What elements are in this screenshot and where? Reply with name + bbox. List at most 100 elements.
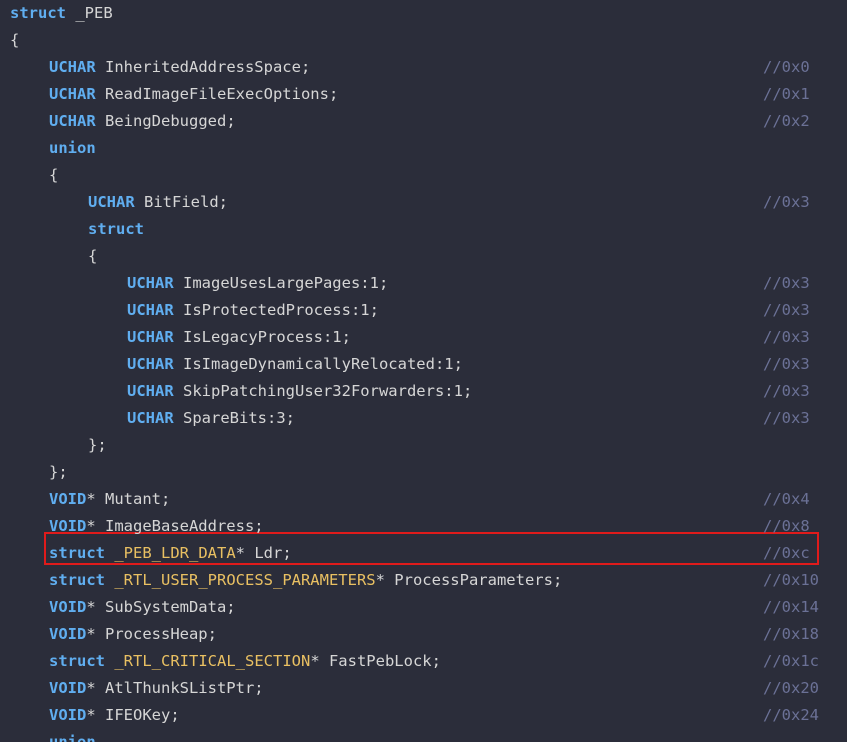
identifier-token: IsProtectedProcess:1; xyxy=(173,301,379,319)
offset-comment: //0xc xyxy=(763,544,810,562)
keyword-token: UCHAR xyxy=(127,274,174,292)
offset-comment: //0x8 xyxy=(763,517,810,535)
keyword-token: struct xyxy=(49,571,105,589)
code-line: }; xyxy=(0,459,847,486)
code-text: }; xyxy=(49,459,68,486)
keyword-token: VOID xyxy=(49,598,87,616)
punctuation-token: { xyxy=(10,31,20,49)
code-text: VOID* Mutant; xyxy=(49,486,170,513)
offset-comment: //0x3 xyxy=(763,328,810,346)
identifier-token: IsImageDynamicallyRelocated:1; xyxy=(173,355,463,373)
code-line: UCHAR ImageUsesLargePages:1; //0x3 xyxy=(0,270,847,297)
identifier-token: * IFEOKey; xyxy=(86,706,180,724)
identifier-token: * AtlThunkSListPtr; xyxy=(86,679,264,697)
offset-comment: //0x3 xyxy=(763,274,810,292)
identifier-token xyxy=(105,652,114,670)
code-text: UCHAR SpareBits:3; xyxy=(127,405,295,432)
identifier-token: * Mutant; xyxy=(86,490,171,508)
code-line: VOID* IFEOKey; //0x24 xyxy=(0,702,847,729)
code-text: { xyxy=(49,162,58,189)
code-text: UCHAR ImageUsesLargePages:1; xyxy=(127,270,388,297)
identifier-token: ImageUsesLargePages:1; xyxy=(173,274,389,292)
type-name-token: _RTL_CRITICAL_SECTION xyxy=(114,652,311,670)
code-line: struct _PEB xyxy=(0,0,847,27)
keyword-token: UCHAR xyxy=(127,301,174,319)
identifier-token: InheritedAddressSpace; xyxy=(95,58,311,76)
code-line: UCHAR ReadImageFileExecOptions; //0x1 xyxy=(0,81,847,108)
punctuation-token: }; xyxy=(88,436,107,454)
keyword-token: VOID xyxy=(49,706,87,724)
offset-comment: //0x24 xyxy=(763,706,819,724)
offset-comment: //0x3 xyxy=(763,301,810,319)
identifier-token: * ProcessHeap; xyxy=(86,625,217,643)
offset-comment: //0x3 xyxy=(763,193,810,211)
code-line: VOID* ImageBaseAddress; //0x8 xyxy=(0,513,847,540)
code-line: VOID* Mutant; //0x4 xyxy=(0,486,847,513)
keyword-token: UCHAR xyxy=(127,382,174,400)
code-line: VOID* ProcessHeap; //0x18 xyxy=(0,621,847,648)
code-line: struct xyxy=(0,216,847,243)
code-line: { xyxy=(0,27,847,54)
keyword-token: UCHAR xyxy=(127,409,174,427)
code-line: VOID* AtlThunkSListPtr; //0x20 xyxy=(0,675,847,702)
identifier-token xyxy=(105,544,114,562)
keyword-token: UCHAR xyxy=(127,355,174,373)
code-text: UCHAR IsLegacyProcess:1; xyxy=(127,324,351,351)
code-text: union xyxy=(49,135,96,162)
code-line: UCHAR SkipPatchingUser32Forwarders:1; //0… xyxy=(0,378,847,405)
keyword-token: struct xyxy=(10,4,66,22)
keyword-token: UCHAR xyxy=(49,112,96,130)
keyword-token: union xyxy=(49,139,96,157)
punctuation-token: { xyxy=(88,247,98,265)
keyword-token: UCHAR xyxy=(127,328,174,346)
punctuation-token: }; xyxy=(49,463,68,481)
identifier-token: ReadImageFileExecOptions; xyxy=(95,85,339,103)
offset-comment: //0x14 xyxy=(763,598,819,616)
code-line: UCHAR BeingDebugged; //0x2 xyxy=(0,108,847,135)
code-line: { xyxy=(0,162,847,189)
offset-comment: //0x1c xyxy=(763,652,819,670)
code-line: VOID* SubSystemData; //0x14 xyxy=(0,594,847,621)
code-text: VOID* IFEOKey; xyxy=(49,702,180,729)
keyword-token: UCHAR xyxy=(49,58,96,76)
keyword-token: union xyxy=(49,733,96,742)
code-text: { xyxy=(10,27,19,54)
identifier-token: * ProcessParameters; xyxy=(375,571,563,589)
type-name-token: _PEB_LDR_DATA xyxy=(114,544,236,562)
identifier-token: SpareBits:3; xyxy=(173,409,295,427)
code-line: UCHAR IsImageDynamicallyRelocated:1; //0x… xyxy=(0,351,847,378)
offset-comment: //0x2 xyxy=(763,112,810,130)
code-line: struct _RTL_CRITICAL_SECTION* FastPebLoc… xyxy=(0,648,847,675)
code-line: UCHAR InheritedAddressSpace; //0x0 xyxy=(0,54,847,81)
code-line: union xyxy=(0,729,847,742)
code-line: }; xyxy=(0,432,847,459)
identifier-token: IsLegacyProcess:1; xyxy=(173,328,351,346)
offset-comment: //0x3 xyxy=(763,382,810,400)
identifier-token: BeingDebugged; xyxy=(95,112,236,130)
code-line-highlighted: struct _PEB_LDR_DATA* Ldr; //0xc xyxy=(0,540,847,567)
code-text: UCHAR InheritedAddressSpace; xyxy=(49,54,310,81)
offset-comment: //0x18 xyxy=(763,625,819,643)
identifier-token: _PEB xyxy=(66,4,113,22)
code-text: VOID* ImageBaseAddress; xyxy=(49,513,264,540)
code-text: VOID* SubSystemData; xyxy=(49,594,236,621)
offset-comment: //0x20 xyxy=(763,679,819,697)
offset-comment: //0x1 xyxy=(763,85,810,103)
identifier-token xyxy=(105,571,114,589)
offset-comment: //0x10 xyxy=(763,571,819,589)
keyword-token: struct xyxy=(49,652,105,670)
code-line: { xyxy=(0,243,847,270)
identifier-token: * SubSystemData; xyxy=(86,598,236,616)
code-text: UCHAR IsImageDynamicallyRelocated:1; xyxy=(127,351,463,378)
offset-comment: //0x3 xyxy=(763,355,810,373)
code-text: UCHAR SkipPatchingUser32Forwarders:1; xyxy=(127,378,472,405)
code-text: UCHAR IsProtectedProcess:1; xyxy=(127,297,379,324)
code-line: struct _RTL_USER_PROCESS_PARAMETERS* Pro… xyxy=(0,567,847,594)
identifier-token: * FastPebLock; xyxy=(310,652,441,670)
keyword-token: VOID xyxy=(49,679,87,697)
code-text: VOID* AtlThunkSListPtr; xyxy=(49,675,264,702)
code-text: UCHAR BeingDebugged; xyxy=(49,108,236,135)
code-text: VOID* ProcessHeap; xyxy=(49,621,217,648)
identifier-token: BitField; xyxy=(134,193,228,211)
offset-comment: //0x4 xyxy=(763,490,810,508)
